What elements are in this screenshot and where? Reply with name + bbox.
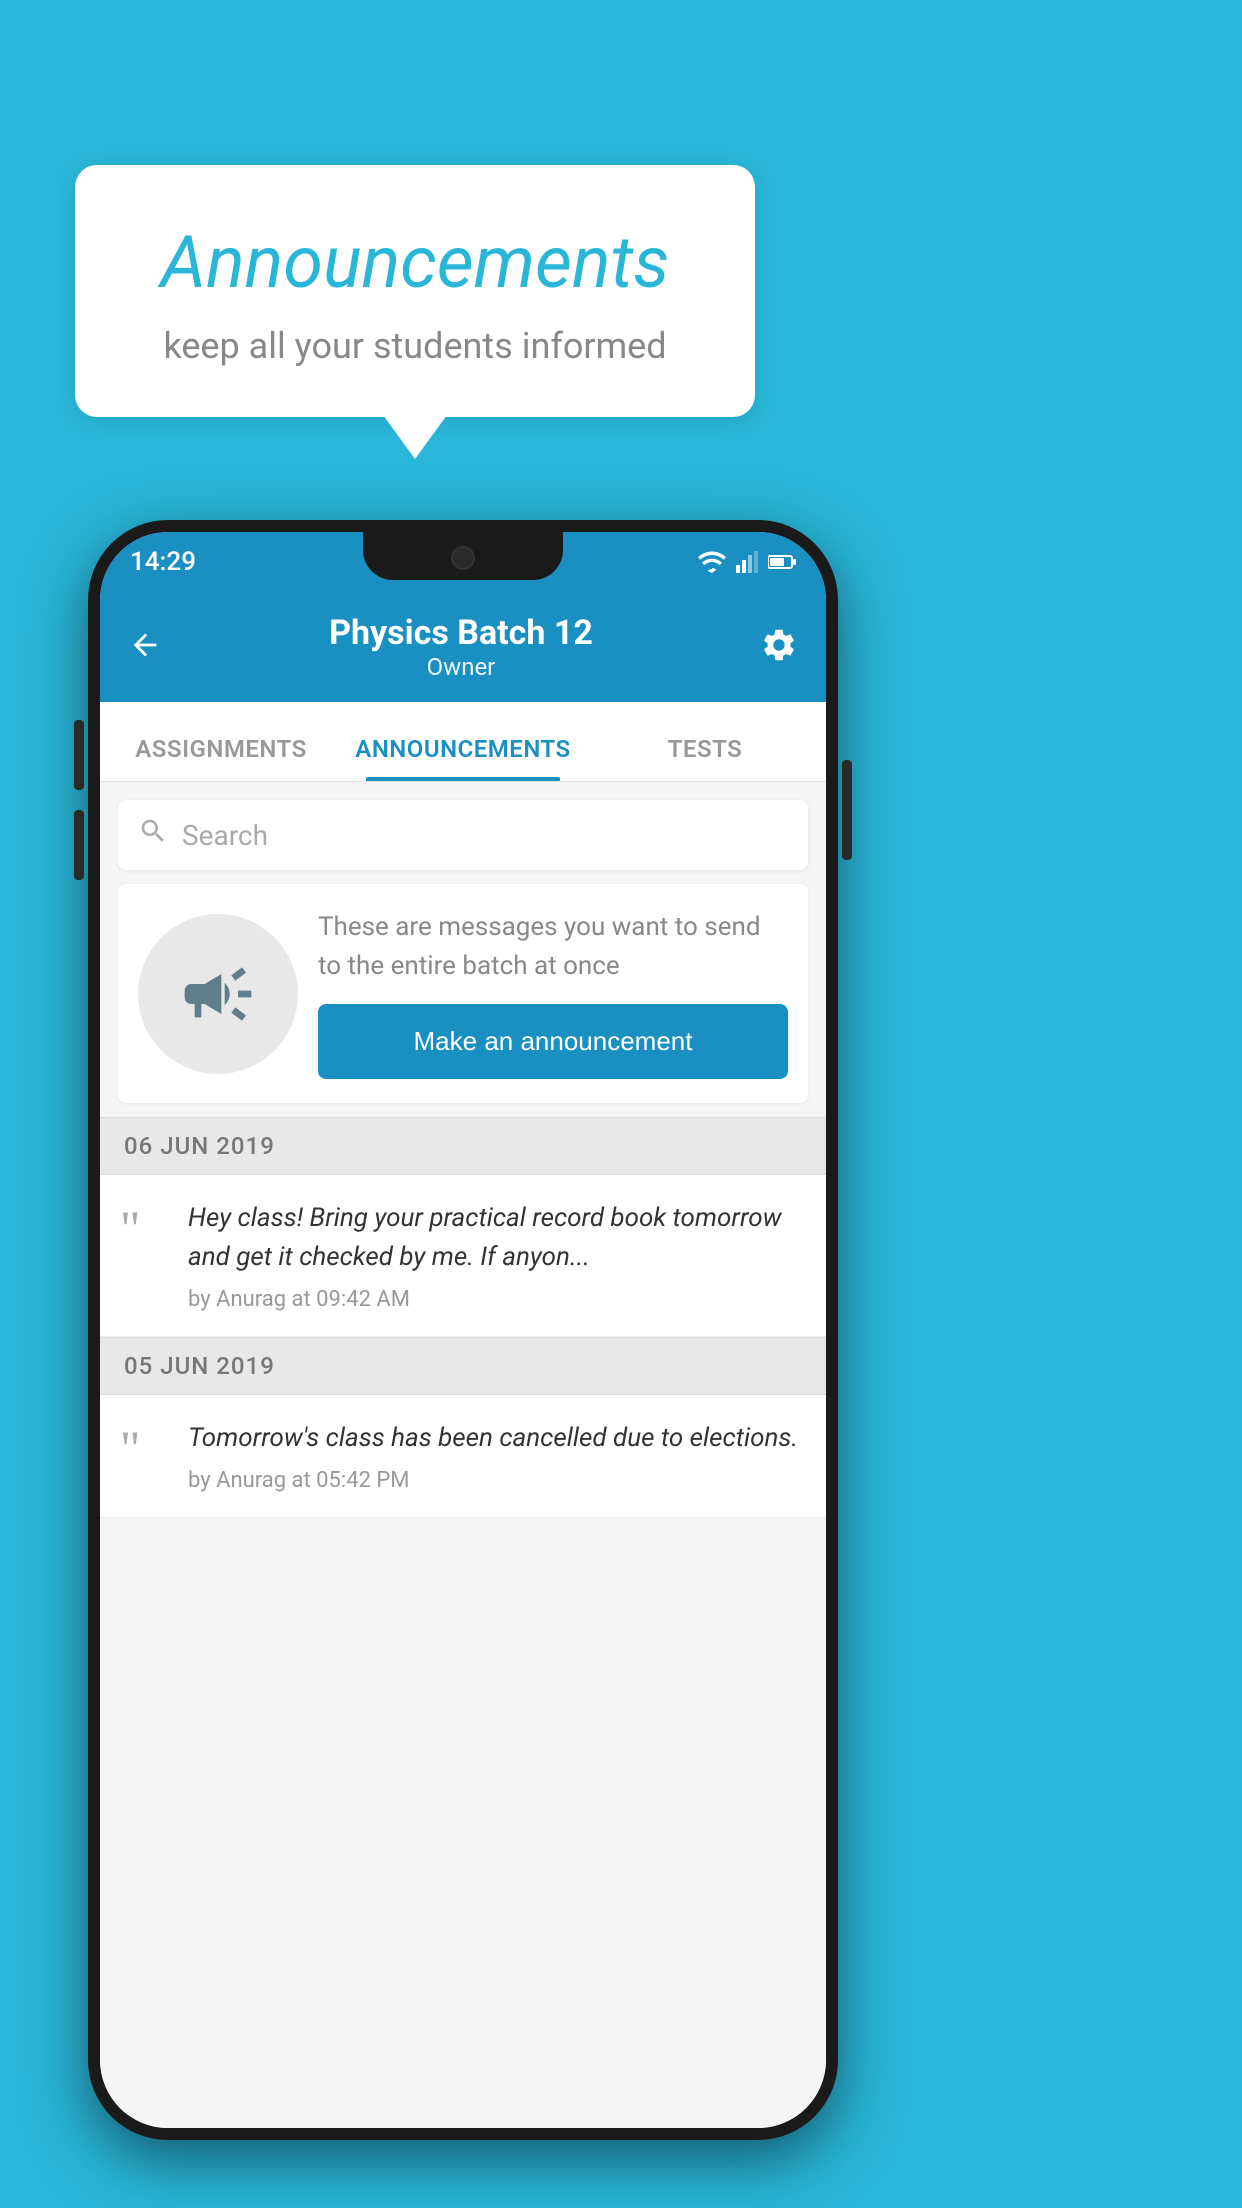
date-separator-1: 06 JUN 2019 xyxy=(100,1117,826,1175)
power-button[interactable] xyxy=(842,760,852,860)
app-header: Physics Batch 12 Owner xyxy=(100,592,826,702)
announcement-text-2: Tomorrow's class has been cancelled due … xyxy=(188,1419,798,1458)
header-title-block: Physics Batch 12 Owner xyxy=(329,613,593,681)
status-time: 14:29 xyxy=(130,547,196,577)
announcement-icon-circle xyxy=(138,914,298,1074)
camera xyxy=(451,546,475,570)
announcement-meta-1: by Anurag at 09:42 AM xyxy=(188,1287,806,1312)
prompt-card: These are messages you want to send to t… xyxy=(118,884,808,1103)
tab-tests[interactable]: TESTS xyxy=(584,735,826,781)
tab-announcements[interactable]: ANNOUNCEMENTS xyxy=(342,735,584,781)
settings-button[interactable] xyxy=(760,626,798,668)
bubble-subtitle: keep all your students informed xyxy=(135,325,695,367)
megaphone-icon xyxy=(178,954,258,1034)
prompt-text: These are messages you want to send to t… xyxy=(318,908,788,986)
announcement-text-1: Hey class! Bring your practical record b… xyxy=(188,1199,806,1277)
wifi-icon xyxy=(698,551,726,573)
date-separator-2: 05 JUN 2019 xyxy=(100,1337,826,1395)
announcement-item-2[interactable]: " Tomorrow's class has been cancelled du… xyxy=(100,1395,826,1518)
phone-screen: 14:29 xyxy=(100,532,826,2128)
make-announcement-button[interactable]: Make an announcement xyxy=(318,1004,788,1079)
tab-assignments[interactable]: ASSIGNMENTS xyxy=(100,735,342,781)
quote-icon-1: " xyxy=(120,1203,170,1253)
search-placeholder: Search xyxy=(182,819,268,852)
announcement-item-1[interactable]: " Hey class! Bring your practical record… xyxy=(100,1175,826,1337)
phone-body: 14:29 xyxy=(88,520,838,2140)
prompt-right: These are messages you want to send to t… xyxy=(318,908,788,1079)
back-button[interactable] xyxy=(128,628,162,666)
volume-up-button[interactable] xyxy=(74,720,84,790)
signal-icon xyxy=(736,551,758,573)
announcement-content-1: Hey class! Bring your practical record b… xyxy=(188,1199,806,1312)
bubble-title: Announcements xyxy=(135,220,695,305)
status-icons xyxy=(698,551,796,573)
announcement-content-2: Tomorrow's class has been cancelled due … xyxy=(188,1419,798,1493)
speech-bubble: Announcements keep all your students inf… xyxy=(75,165,755,417)
content-area: Search These are messages you want to se… xyxy=(100,782,826,2128)
volume-down-button[interactable] xyxy=(74,810,84,880)
search-bar[interactable]: Search xyxy=(118,800,808,870)
quote-icon-2: " xyxy=(120,1423,170,1473)
battery-icon xyxy=(768,554,796,570)
header-title: Physics Batch 12 xyxy=(329,613,593,653)
announcement-meta-2: by Anurag at 05:42 PM xyxy=(188,1468,798,1493)
tabs-bar: ASSIGNMENTS ANNOUNCEMENTS TESTS xyxy=(100,702,826,782)
search-icon xyxy=(138,816,168,854)
header-subtitle: Owner xyxy=(427,653,496,681)
phone-notch xyxy=(363,532,563,580)
phone-mockup: 14:29 xyxy=(88,520,838,2160)
